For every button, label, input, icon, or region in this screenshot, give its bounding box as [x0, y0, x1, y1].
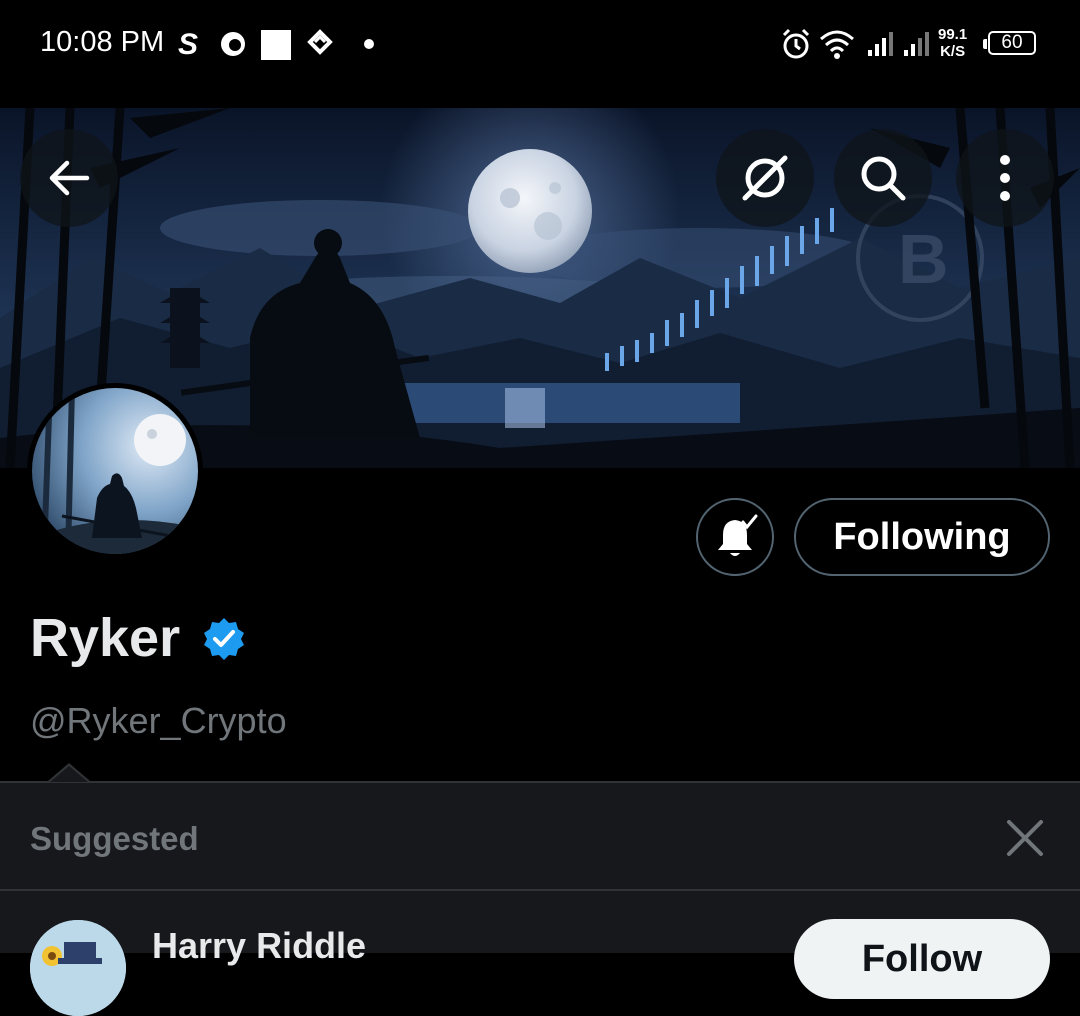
notifications-button[interactable]	[696, 498, 774, 576]
suggested-pointer-fill	[50, 766, 88, 782]
status-time: 10:08 PM	[40, 26, 165, 58]
network-speed-value: 99.1	[938, 26, 968, 43]
suggested-user-avatar[interactable]	[30, 920, 126, 1016]
suggested-title: Suggested	[30, 820, 199, 857]
vpn-icon	[221, 32, 245, 56]
profile-name: Ryker	[30, 608, 181, 668]
close-icon[interactable]	[1004, 817, 1046, 859]
signal-2-icon	[904, 32, 929, 56]
network-speed-unit: K/S	[940, 43, 966, 60]
network-speed: 99.1 K/S	[938, 26, 967, 60]
more-button[interactable]	[956, 129, 1054, 227]
follow-button[interactable]: Follow	[794, 919, 1050, 999]
alarm-icon	[782, 28, 810, 59]
profile-handle: @Ryker_Crypto	[30, 700, 287, 741]
divider	[0, 889, 1080, 891]
bell-check-icon	[718, 514, 758, 556]
status-bar: 10:08 PM S 99.1 K/S 60	[0, 0, 1080, 90]
s-app-icon: S	[178, 28, 198, 61]
search-button[interactable]	[834, 129, 932, 227]
binance-icon	[307, 29, 333, 55]
suggested-user-name[interactable]: Harry Riddle	[152, 925, 366, 967]
suggested-panel: Suggested Harry Riddle Follow	[0, 781, 1080, 1016]
search-icon	[861, 156, 906, 201]
dot-icon	[364, 39, 374, 49]
verified-badge-icon	[204, 618, 244, 660]
signal-1-icon	[868, 32, 893, 56]
wifi-icon	[820, 30, 854, 59]
arrow-left-icon	[49, 160, 90, 196]
white-square-icon	[261, 30, 291, 60]
suggested-avatar-image	[30, 920, 126, 1016]
following-button[interactable]: Following	[794, 498, 1050, 576]
profile-avatar[interactable]	[27, 383, 203, 559]
svg-text:B: B	[898, 220, 949, 298]
back-button[interactable]	[20, 129, 118, 227]
more-vertical-icon	[1000, 155, 1010, 201]
svg-text:S: S	[178, 28, 198, 61]
avatar-image	[32, 388, 198, 554]
battery-indicator: 60	[983, 31, 1036, 55]
grok-button[interactable]	[716, 129, 814, 227]
grok-icon	[742, 155, 788, 201]
